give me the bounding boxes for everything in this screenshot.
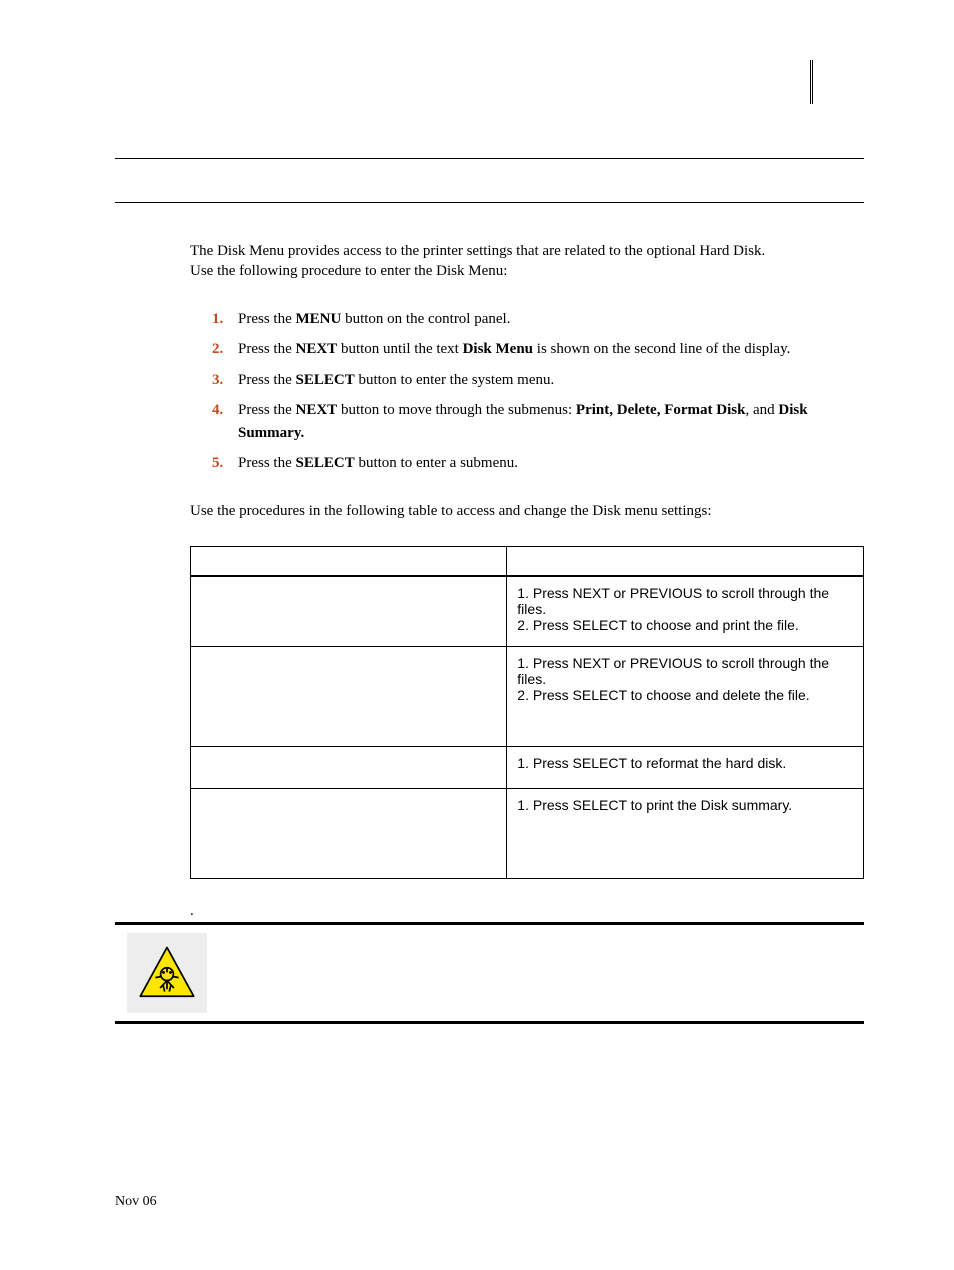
step-text-post: button to enter a submenu. [355, 455, 518, 471]
step-text-mid: button to move through the submenus: [337, 402, 576, 418]
step-text-pre: Press the [238, 341, 296, 357]
steps-list: 1. Press the MENU button on the control … [212, 308, 864, 475]
table-cell-line-1: 1. Press NEXT or PREVIOUS to scroll thro… [517, 585, 853, 617]
step-text-pre: Press the [238, 372, 296, 388]
warning-icon-wrap [127, 933, 207, 1013]
table-header-col-2 [507, 546, 864, 576]
table-cell-left [191, 576, 507, 646]
rule-top-1 [115, 158, 864, 159]
footer-date: Nov 06 [115, 1194, 157, 1210]
step-4: 4. Press the NEXT button to move through… [212, 399, 864, 444]
step-bold: SELECT [296, 455, 355, 471]
step-number: 1. [212, 308, 223, 331]
content-area: The Disk Menu provides access to the pri… [190, 241, 864, 1024]
table-cell-right: 1. Press SELECT to reformat the hard dis… [507, 746, 864, 788]
step-5: 5. Press the SELECT button to enter a su… [212, 452, 864, 475]
table-cell-left [191, 746, 507, 788]
table-cell-line-2: 2. Press SELECT to choose and print the … [517, 617, 853, 633]
hazard-icon [138, 944, 196, 1002]
warning-box [115, 922, 864, 1024]
step-2: 2. Press the NEXT button until the text … [212, 338, 864, 361]
table-cell-line-1: 1. Press NEXT or PREVIOUS to scroll thro… [517, 655, 853, 687]
step-text-post: button on the control panel. [341, 311, 510, 327]
step-bold-1: NEXT [296, 402, 338, 418]
table-cell-right: 1. Press SELECT to print the Disk summar… [507, 788, 864, 878]
stray-dot: . [190, 903, 864, 920]
step-bold-1: NEXT [296, 341, 338, 357]
table-header-col-1 [191, 546, 507, 576]
step-3: 3. Press the SELECT button to enter the … [212, 369, 864, 392]
table-cell-right: 1. Press NEXT or PREVIOUS to scroll thro… [507, 646, 864, 746]
step-text-post: is shown on the second line of the displ… [533, 341, 790, 357]
table-row: 1. Press NEXT or PREVIOUS to scroll thro… [191, 576, 864, 646]
intro-line-1: The Disk Menu provides access to the pri… [190, 241, 864, 261]
step-text-mid: button until the text [337, 341, 462, 357]
rule-top-2 [115, 202, 864, 203]
step-1: 1. Press the MENU button on the control … [212, 308, 864, 331]
step-text-post-2-pre: , and [745, 402, 778, 418]
step-number: 4. [212, 399, 223, 422]
step-number: 5. [212, 452, 223, 475]
intro-line-2: Use the following procedure to enter the… [190, 261, 864, 281]
table-cell-right: 1. Press NEXT or PREVIOUS to scroll thro… [507, 576, 864, 646]
table-cell-line-2: 2. Press SELECT to choose and delete the… [517, 687, 853, 703]
step-bold-2: Print, Delete, Format Disk [576, 402, 746, 418]
table-cell-line-1: 1. Press SELECT to reformat the hard dis… [517, 755, 853, 771]
step-bold-2: Disk Menu [463, 341, 533, 357]
table-header-row [191, 546, 864, 576]
step-number: 2. [212, 338, 223, 361]
header-marks [810, 60, 813, 104]
step-number: 3. [212, 369, 223, 392]
step-text-pre: Press the [238, 311, 296, 327]
step-bold: MENU [296, 311, 342, 327]
step-text-pre: Press the [238, 402, 296, 418]
table-cell-left [191, 788, 507, 878]
table-cell-line-1: 1. Press SELECT to print the Disk summar… [517, 797, 853, 813]
table-row: 1. Press SELECT to print the Disk summar… [191, 788, 864, 878]
intro-paragraph: The Disk Menu provides access to the pri… [190, 241, 864, 282]
disk-menu-table: 1. Press NEXT or PREVIOUS to scroll thro… [190, 546, 864, 879]
table-cell-left [191, 646, 507, 746]
table-row: 1. Press NEXT or PREVIOUS to scroll thro… [191, 646, 864, 746]
page: The Disk Menu provides access to the pri… [0, 0, 954, 1270]
step-bold: SELECT [296, 372, 355, 388]
warning-inner [115, 933, 864, 1013]
step-text-pre: Press the [238, 455, 296, 471]
use-procedures-text: Use the procedures in the following tabl… [190, 503, 864, 520]
step-text-post: button to enter the system menu. [355, 372, 555, 388]
table-row: 1. Press SELECT to reformat the hard dis… [191, 746, 864, 788]
